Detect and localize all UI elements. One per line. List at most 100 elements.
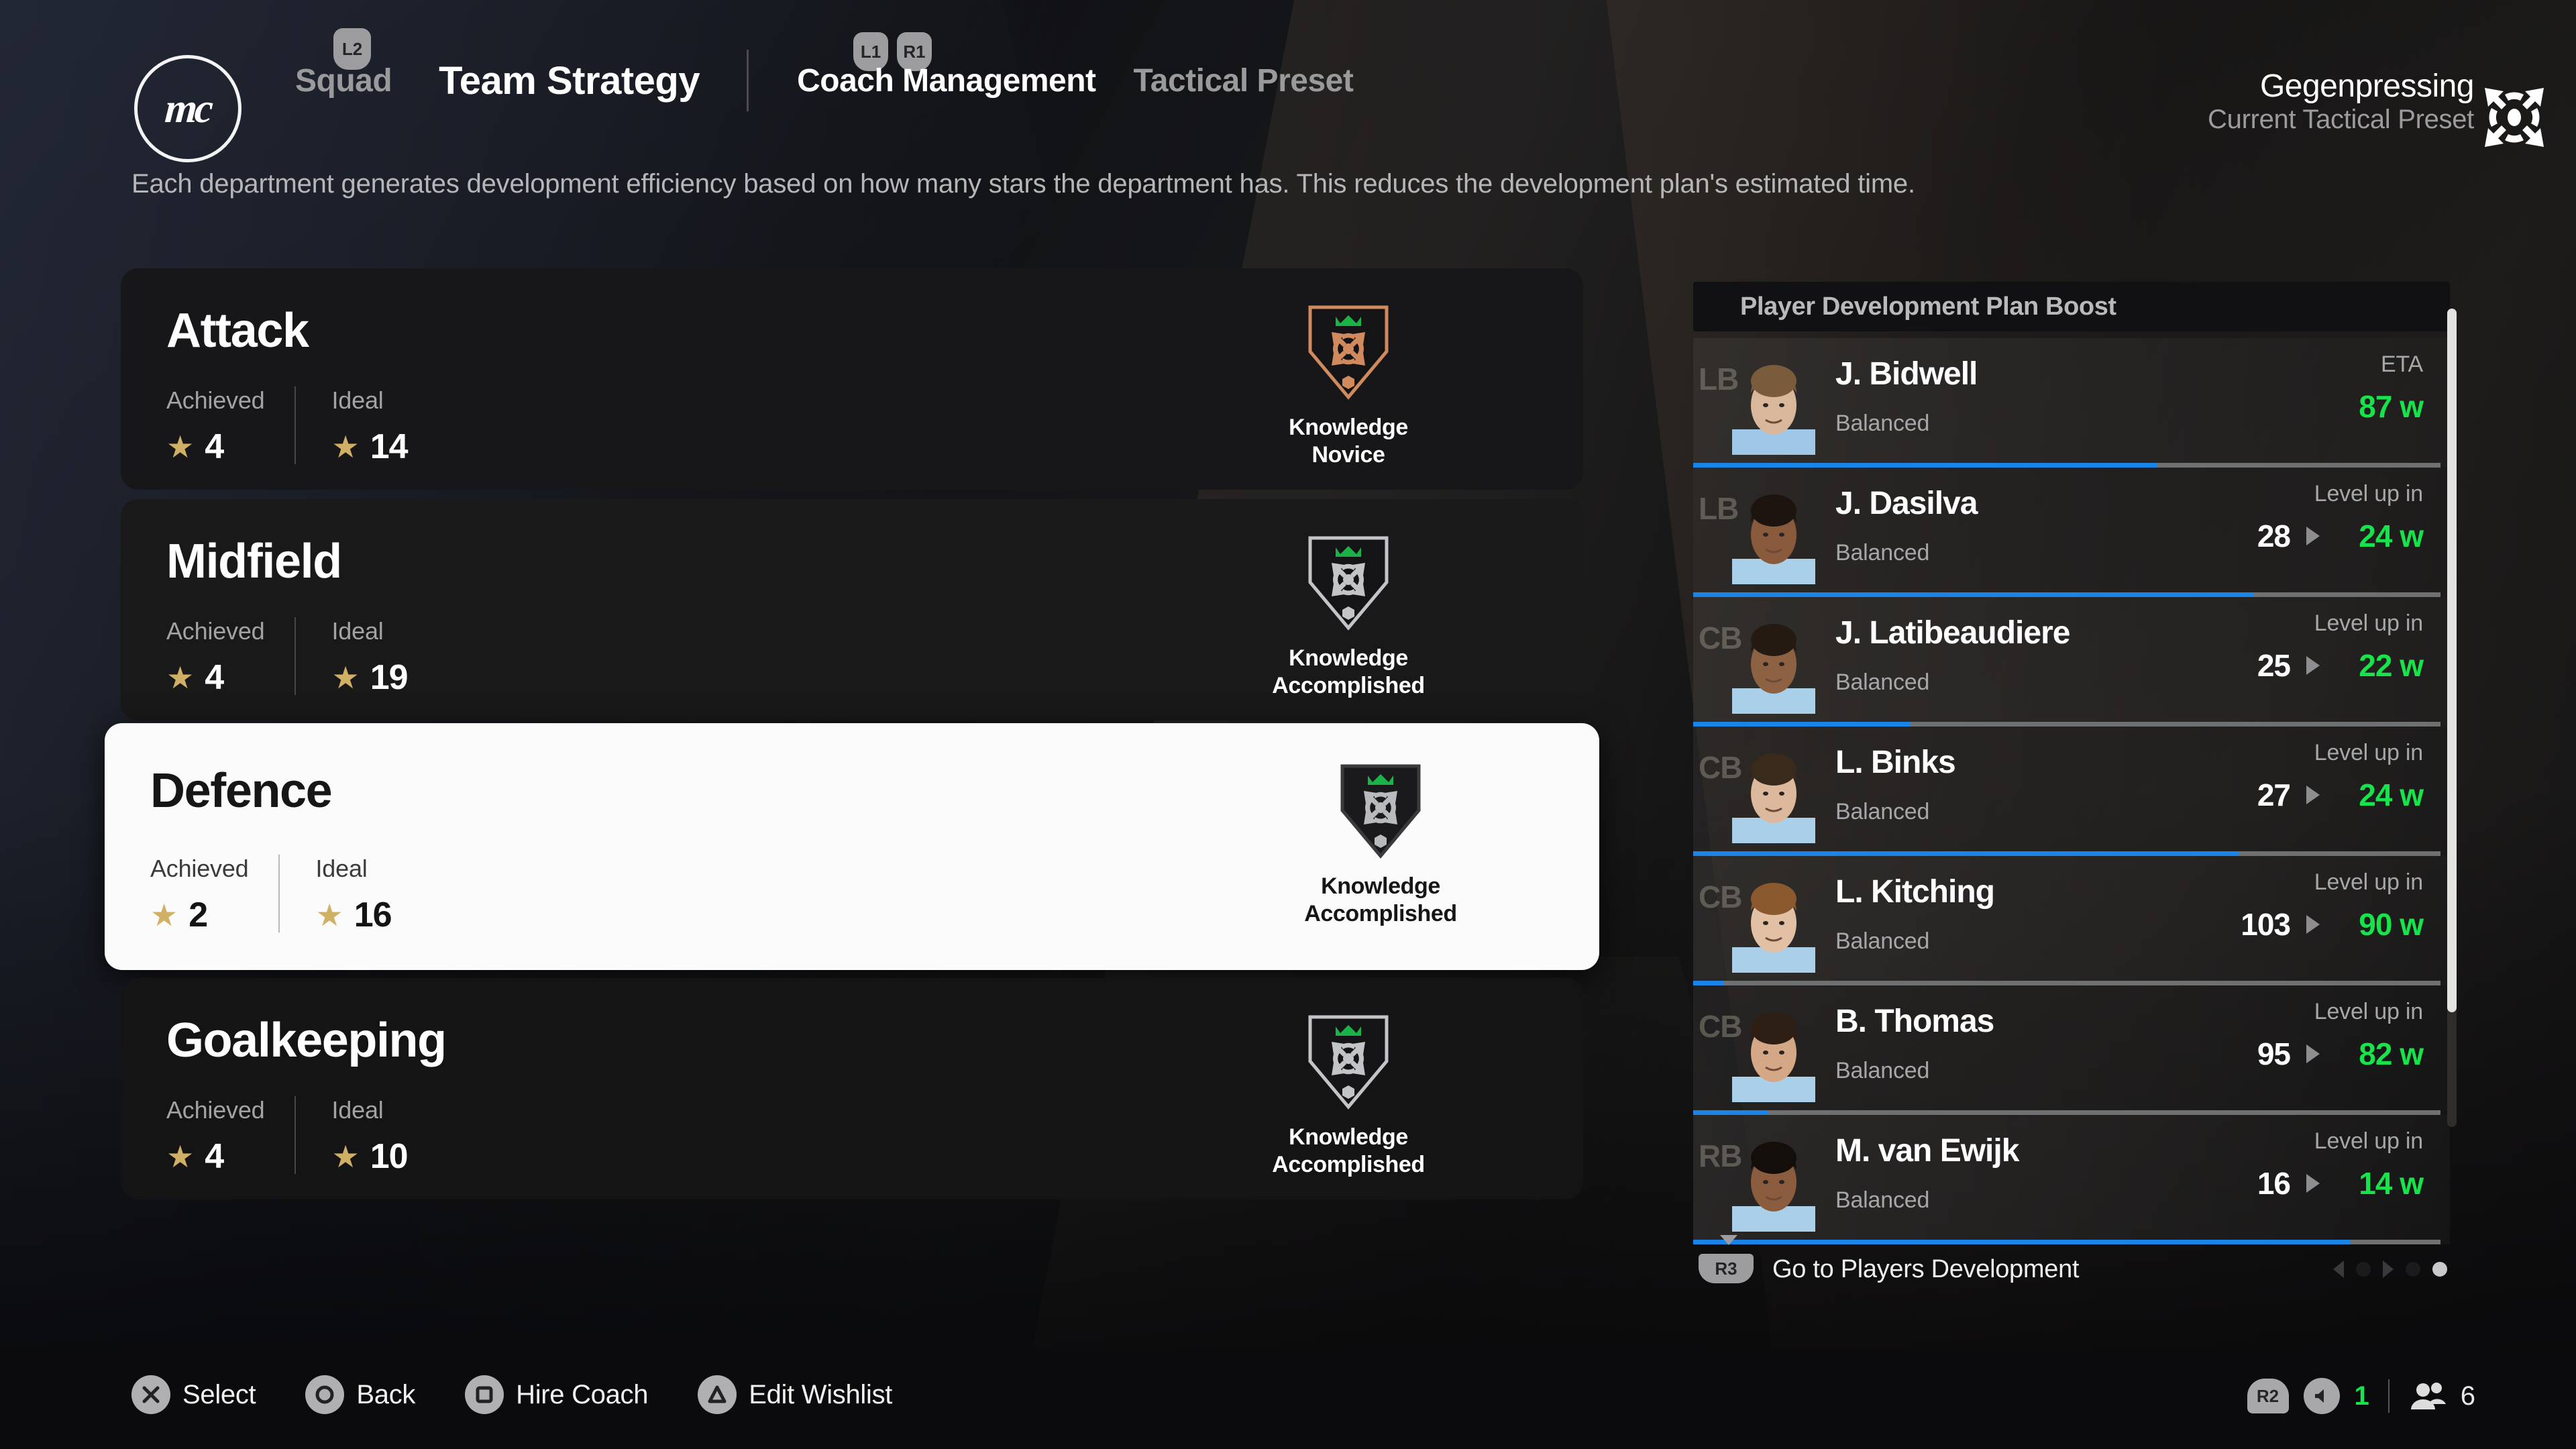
player-new-weeks: 87 w: [2359, 389, 2424, 424]
panel-footer[interactable]: R3 Go to Players Development: [1693, 1235, 2450, 1295]
arrow-right-icon: [2306, 786, 2320, 804]
action-back[interactable]: Back: [305, 1375, 415, 1414]
pager-dot-active[interactable]: [2432, 1262, 2447, 1277]
main-nav: Squad Team Strategy Coach Management Tac…: [295, 47, 1400, 114]
player-row[interactable]: CB L. Kitching Balanced Level up in 103 …: [1693, 856, 2450, 985]
achieved-label: Achieved: [166, 617, 265, 645]
star-icon: ★: [331, 429, 360, 464]
player-avatar: [1732, 737, 1815, 843]
player-new-weeks: 24 w: [2359, 777, 2424, 812]
status-divider: [2387, 1379, 2390, 1413]
ideal-label: Ideal: [331, 1096, 384, 1124]
player-avatar: [1732, 1126, 1815, 1232]
ideal-stat: Ideal ★ 16: [316, 855, 392, 935]
pager[interactable]: [2333, 1260, 2447, 1278]
action-edit-wishlist[interactable]: Edit Wishlist: [698, 1375, 892, 1414]
ideal-value: 14: [370, 427, 409, 466]
player-row[interactable]: RB M. van Ewijk Balanced Level up in 16 …: [1693, 1115, 2450, 1244]
chevron-right-icon[interactable]: [2383, 1260, 2394, 1278]
achieved-label: Achieved: [166, 386, 265, 414]
knowledge-shield-icon: [1340, 764, 1421, 859]
chevron-left-icon[interactable]: [2333, 1260, 2344, 1278]
player-progress-info: Level up in 25 22 w: [2074, 610, 2424, 684]
star-icon: ★: [331, 1139, 360, 1174]
stat-divider: [278, 855, 280, 932]
tab-coach-management[interactable]: Coach Management: [797, 62, 1096, 99]
player-progress-bar: [1693, 1110, 2440, 1115]
player-row[interactable]: CB L. Binks Balanced Level up in 27 24 w: [1693, 727, 2450, 856]
department-list: Attack Achieved ★ 4 Ideal ★ 14 Knowledge…: [105, 268, 1599, 1209]
arrow-right-icon: [2306, 1044, 2320, 1063]
pager-dot[interactable]: [2356, 1262, 2371, 1277]
department-name: Midfield: [166, 535, 342, 588]
player-row[interactable]: LB J. Bidwell Balanced ETA 87 w: [1693, 338, 2450, 468]
department-name: Attack: [166, 304, 309, 358]
circle-button-icon: [305, 1375, 345, 1414]
knowledge-badge: Knowledge Accomplished: [1228, 533, 1469, 700]
tab-team-strategy[interactable]: Team Strategy: [439, 58, 700, 103]
player-plan: Balanced: [1835, 799, 1930, 824]
people-icon: [2410, 1383, 2446, 1409]
panel-header: Player Development Plan Boost: [1693, 282, 2450, 331]
r2-button-icon: R2: [2247, 1379, 2289, 1413]
tab-squad[interactable]: Squad: [295, 62, 392, 99]
star-icon: ★: [315, 898, 343, 932]
knowledge-shield-icon: [1308, 1015, 1389, 1110]
department-card-goalkeeping[interactable]: Goalkeeping Achieved ★ 4 Ideal ★ 10 Know…: [121, 978, 1583, 1199]
player-progress-info: Level up in 16 14 w: [2074, 1128, 2424, 1201]
player-row[interactable]: CB J. Latibeaudiere Balanced Level up in…: [1693, 597, 2450, 727]
knowledge-shield-icon: [1308, 305, 1389, 400]
current-tactical-preset[interactable]: Gegenpressing Current Tactical Preset: [2208, 69, 2474, 135]
action-hire-coach[interactable]: Hire Coach: [465, 1375, 649, 1414]
department-card-midfield[interactable]: Midfield Achieved ★ 4 Ideal ★ 19 Knowled…: [121, 499, 1583, 720]
panel-scrollbar[interactable]: [2447, 309, 2457, 1127]
status-indicators: R2 1 6: [2247, 1378, 2475, 1414]
achieved-value: 4: [205, 427, 224, 466]
action-label: Back: [356, 1379, 416, 1409]
player-eta-label: Level up in: [2314, 869, 2423, 895]
arrow-right-icon: [2306, 1174, 2320, 1193]
tab-tactical-preset[interactable]: Tactical Preset: [1134, 62, 1354, 99]
badge-caption-line2: Accomplished: [1272, 1151, 1425, 1177]
player-avatar: [1732, 867, 1815, 973]
club-logo: mc: [134, 55, 241, 162]
stat-divider: [294, 617, 296, 695]
achieved-value: 4: [205, 658, 224, 697]
player-plan: Balanced: [1835, 669, 1930, 695]
knowledge-badge: Knowledge Accomplished: [1260, 761, 1501, 928]
cross-button-icon: [131, 1375, 170, 1414]
player-name: J. Dasilva: [1835, 486, 1978, 521]
badge-caption-line2: Accomplished: [1272, 672, 1425, 698]
pager-dot[interactable]: [2406, 1262, 2420, 1277]
action-select[interactable]: Select: [131, 1375, 256, 1414]
player-progress-info: Level up in 95 82 w: [2074, 999, 2424, 1072]
player-eta-label: Level up in: [2314, 999, 2423, 1024]
player-eta-label: Level up in: [2314, 481, 2423, 506]
knowledge-shield-icon: [1308, 536, 1389, 631]
player-row[interactable]: LB J. Dasilva Balanced Level up in 28 24…: [1693, 468, 2450, 597]
player-new-weeks: 24 w: [2359, 519, 2424, 553]
player-eta-label: Level up in: [2314, 1128, 2423, 1154]
club-logo-text: mc: [163, 85, 213, 131]
department-card-attack[interactable]: Attack Achieved ★ 4 Ideal ★ 14 Knowledge…: [121, 268, 1583, 490]
nav-divider: [747, 50, 749, 111]
achieved-value: 4: [205, 1137, 224, 1176]
department-stats: Achieved ★ 2 Ideal ★ 16: [150, 855, 392, 935]
player-row[interactable]: CB B. Thomas Balanced Level up in 95 82 …: [1693, 985, 2450, 1115]
department-stats: Achieved ★ 4 Ideal ★ 10: [166, 1096, 409, 1177]
department-card-defence[interactable]: Defence Achieved ★ 2 Ideal ★ 16 Knowledg…: [105, 723, 1599, 970]
player-progress-bar: [1693, 722, 2440, 727]
player-new-weeks: 90 w: [2359, 907, 2424, 942]
knowledge-badge: Knowledge Novice: [1228, 302, 1469, 469]
player-list: LB J. Bidwell Balanced ETA 87 w LB J. Da…: [1693, 338, 2450, 1244]
player-name: J. Latibeaudiere: [1835, 615, 2070, 651]
player-eta-label: ETA: [2380, 352, 2423, 377]
department-name: Goalkeeping: [166, 1014, 447, 1067]
player-development-panel: Player Development Plan Boost LB J. Bidw…: [1693, 282, 2457, 1295]
badge-caption-line1: Knowledge: [1289, 645, 1408, 671]
gegenpressing-icon: [2485, 88, 2544, 147]
player-avatar: [1732, 478, 1815, 584]
arrow-right-icon: [2306, 527, 2320, 545]
achieved-label: Achieved: [166, 1096, 265, 1124]
speaker-icon[interactable]: [2303, 1378, 2340, 1414]
